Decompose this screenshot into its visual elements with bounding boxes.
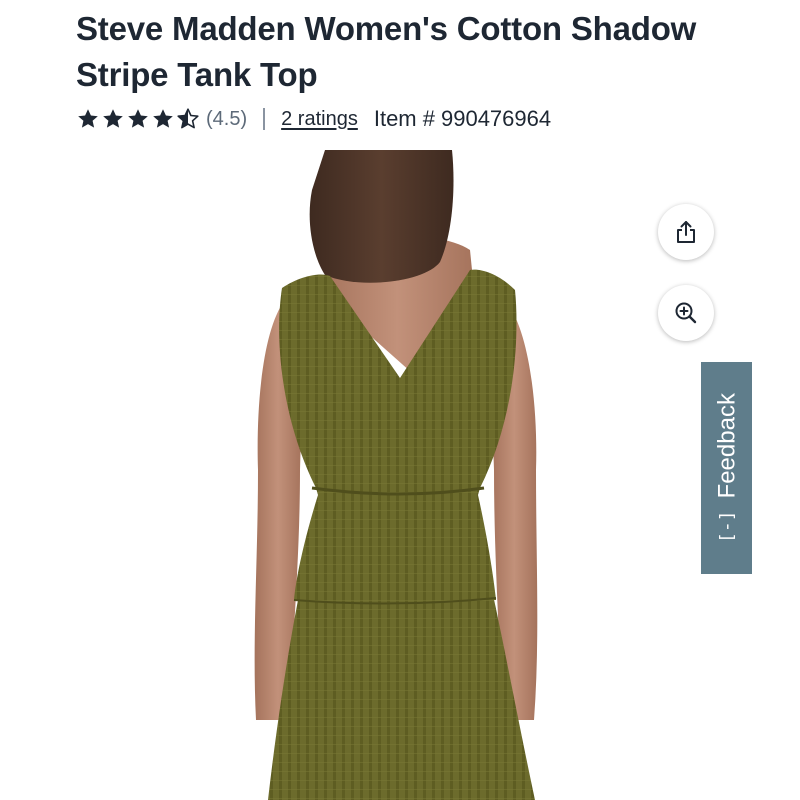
zoom-button[interactable] — [658, 285, 714, 341]
item-number: Item #990476964 — [374, 106, 551, 132]
feedback-tab[interactable]: [-] Feedback — [701, 362, 752, 574]
share-icon — [677, 221, 695, 243]
star-rating[interactable] — [76, 107, 200, 131]
product-page: Steve Madden Women's Cotton Shadow Strip… — [0, 0, 800, 800]
share-button[interactable] — [658, 204, 714, 260]
star-half-icon — [177, 108, 199, 129]
ratings-count-link[interactable]: 2 ratings — [281, 108, 358, 131]
feedback-label: Feedback — [712, 393, 740, 499]
divider — [263, 108, 266, 130]
star-full-icon — [103, 109, 123, 128]
star-full-icon — [128, 109, 148, 128]
rating-row: (4.5) 2 ratings Item #990476964 — [76, 104, 551, 134]
item-number-prefix: Item # — [373, 106, 435, 131]
star-full-icon — [78, 109, 98, 128]
rating-value: (4.5) — [206, 107, 248, 130]
hair — [309, 150, 454, 283]
star-full-icon — [153, 109, 173, 128]
feedback-icon: [-] — [716, 510, 737, 543]
product-image[interactable] — [150, 150, 650, 800]
product-title: Steve Madden Women's Cotton Shadow Strip… — [76, 10, 697, 93]
skirt — [268, 590, 535, 800]
feedback-content: [-] Feedback — [701, 362, 752, 574]
item-number-value: 990476964 — [440, 106, 552, 131]
zoom-in-icon — [675, 302, 697, 324]
